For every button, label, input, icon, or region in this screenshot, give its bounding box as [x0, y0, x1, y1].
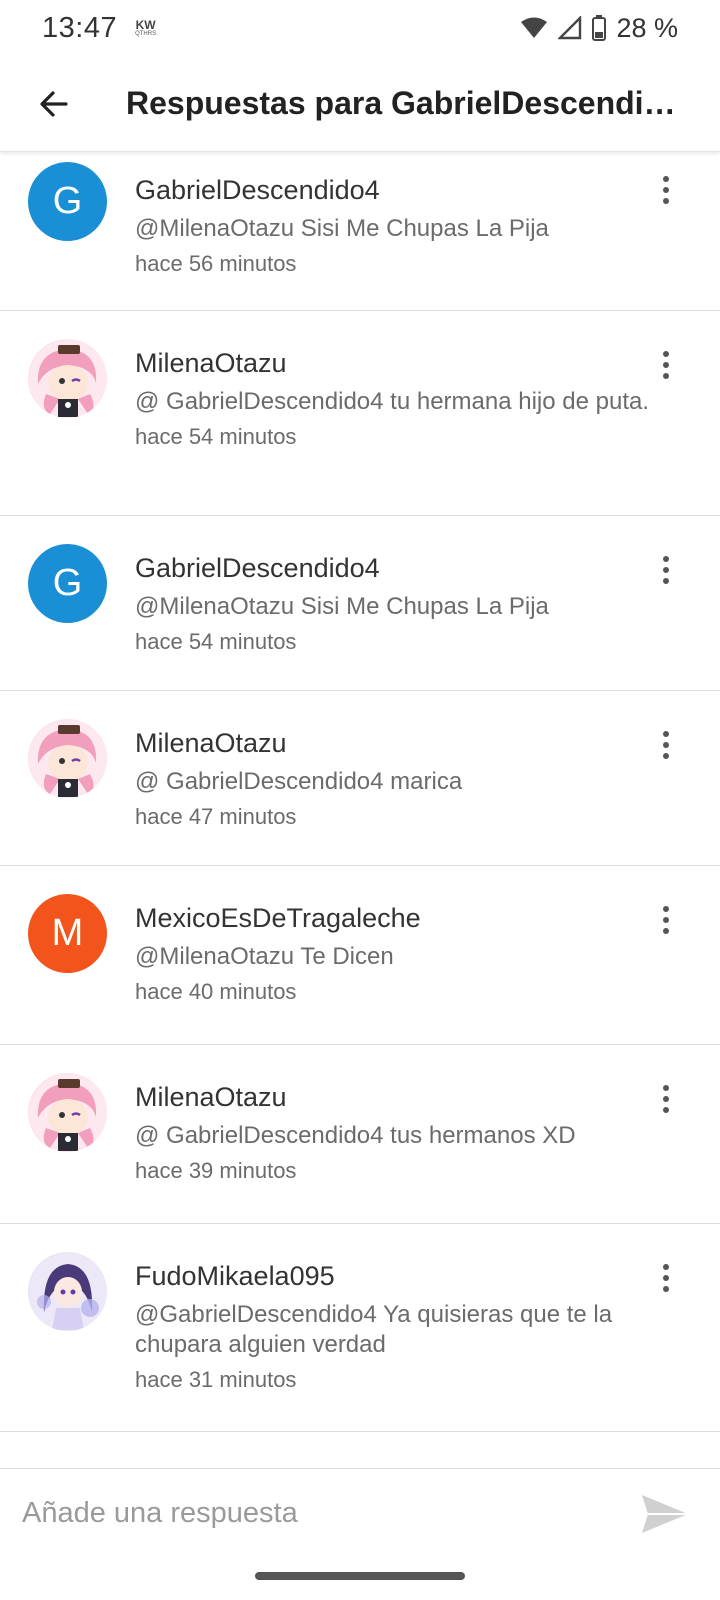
- more-options-button[interactable]: [652, 900, 680, 940]
- more-dot-icon: [663, 578, 669, 584]
- anime-girl-avatar-icon: [29, 340, 107, 418]
- more-options-button[interactable]: [652, 550, 680, 590]
- more-dot-icon: [663, 1107, 669, 1113]
- reply-author[interactable]: MilenaOtazu: [135, 727, 650, 759]
- reply-item: MilenaOtazu @ GabrielDescendido4 tu herm…: [0, 311, 720, 516]
- more-dot-icon: [663, 556, 669, 562]
- reply-author[interactable]: GabrielDescendido4: [135, 552, 650, 584]
- reply-list: G GabrielDescendido4 @MilenaOtazu Sisi M…: [0, 152, 720, 1432]
- reply-time: hace 54 minutos: [135, 424, 297, 449]
- reply-item: M MexicoEsDeTragaleche @MilenaOtazu Te D…: [0, 866, 720, 1045]
- reply-body: FudoMikaela095 @GabrielDescendido4 Ya qu…: [135, 1260, 650, 1394]
- signal-icon: [558, 16, 582, 40]
- carrier-badge-text: KW: [135, 18, 156, 32]
- reply-composer: [0, 1468, 720, 1558]
- reply-text: @MilenaOtazu Sisi Me Chupas La Pija: [135, 593, 549, 620]
- reply-item: G GabrielDescendido4 @MilenaOtazu Sisi M…: [0, 152, 720, 311]
- status-bar: 13:47 KW QTHRS 28 %: [0, 0, 720, 56]
- reply-body: MilenaOtazu @ GabrielDescendido4 tu herm…: [135, 347, 650, 451]
- reply-author[interactable]: GabrielDescendido4: [135, 174, 650, 206]
- anime-girl-avatar-icon: [29, 720, 107, 798]
- reply-time: hace 40 minutos: [135, 979, 297, 1004]
- more-dot-icon: [663, 362, 669, 368]
- more-dot-icon: [663, 187, 669, 193]
- more-dot-icon: [663, 1085, 669, 1091]
- send-button[interactable]: [640, 1489, 690, 1539]
- reply-text: @ GabrielDescendido4 marica: [135, 768, 463, 795]
- more-dot-icon: [663, 198, 669, 204]
- arrow-left-icon: [40, 90, 68, 117]
- more-dot-icon: [663, 351, 669, 357]
- more-dot-icon: [663, 1096, 669, 1102]
- reply-body: GabrielDescendido4 @MilenaOtazu Sisi Me …: [135, 552, 650, 656]
- anime-girl-purple-avatar-icon: [29, 1253, 107, 1331]
- avatar-letter: G: [52, 562, 83, 604]
- reply-author[interactable]: MilenaOtazu: [135, 347, 650, 379]
- more-dot-icon: [663, 567, 669, 573]
- reply-text: @GabrielDescendido4 Ya quisieras que te …: [135, 1301, 613, 1358]
- more-options-button[interactable]: [652, 1258, 680, 1298]
- avatar[interactable]: G: [28, 544, 107, 623]
- reply-input[interactable]: [22, 1483, 612, 1544]
- reply-time: hace 39 minutos: [135, 1158, 297, 1183]
- battery-percentage: 28 %: [616, 12, 678, 43]
- reply-time: hace 31 minutos: [135, 1367, 297, 1392]
- reply-body: MilenaOtazu @ GabrielDescendido4 marica …: [135, 727, 650, 831]
- more-dot-icon: [663, 917, 669, 923]
- reply-item: MilenaOtazu @ GabrielDescendido4 marica …: [0, 691, 720, 866]
- more-options-button[interactable]: [652, 170, 680, 210]
- reply-text: @ GabrielDescendido4 tu hermana hijo de …: [135, 388, 650, 415]
- reply-text: @ GabrielDescendido4 tus hermanos XD: [135, 1122, 576, 1149]
- more-dot-icon: [663, 731, 669, 737]
- avatar-letter: M: [51, 912, 84, 954]
- reply-time: hace 56 minutos: [135, 251, 297, 276]
- reply-item: FudoMikaela095 @GabrielDescendido4 Ya qu…: [0, 1224, 720, 1432]
- send-icon: [642, 1495, 688, 1533]
- avatar[interactable]: M: [28, 894, 107, 973]
- reply-time: hace 47 minutos: [135, 804, 297, 829]
- page-title: Respuestas para GabrielDescendido4: [126, 85, 676, 121]
- avatar[interactable]: [28, 1252, 107, 1331]
- status-left: 13:47 KW QTHRS: [42, 12, 156, 45]
- more-dot-icon: [663, 742, 669, 748]
- back-button[interactable]: [30, 80, 78, 128]
- battery-icon: [592, 15, 607, 41]
- home-indicator[interactable]: [255, 1572, 465, 1580]
- more-dot-icon: [663, 906, 669, 912]
- more-dot-icon: [663, 373, 669, 379]
- reply-body: GabrielDescendido4 @MilenaOtazu Sisi Me …: [135, 174, 650, 278]
- reply-text: @MilenaOtazu Sisi Me Chupas La Pija: [135, 215, 549, 242]
- carrier-badge-icon: KW QTHRS: [135, 19, 156, 37]
- avatar[interactable]: G: [28, 162, 107, 241]
- more-dot-icon: [663, 928, 669, 934]
- anime-girl-avatar-icon: [29, 1074, 107, 1152]
- avatar-letter: G: [52, 180, 83, 222]
- more-dot-icon: [663, 1275, 669, 1281]
- reply-time: hace 54 minutos: [135, 629, 297, 654]
- more-dot-icon: [663, 1264, 669, 1270]
- status-right: 28 %: [520, 13, 678, 44]
- reply-body: MexicoEsDeTragaleche @MilenaOtazu Te Dic…: [135, 902, 650, 1006]
- wifi-icon: [521, 17, 548, 38]
- reply-text: @MilenaOtazu Te Dicen: [135, 943, 394, 970]
- reply-author[interactable]: MexicoEsDeTragaleche: [135, 902, 650, 934]
- more-options-button[interactable]: [652, 1079, 680, 1119]
- reply-author[interactable]: FudoMikaela095: [135, 1260, 650, 1292]
- reply-item: G GabrielDescendido4 @MilenaOtazu Sisi M…: [0, 516, 720, 691]
- more-dot-icon: [663, 1286, 669, 1292]
- carrier-badge-subtext: QTHRS: [135, 31, 157, 37]
- more-dot-icon: [663, 176, 669, 182]
- reply-author[interactable]: MilenaOtazu: [135, 1081, 650, 1113]
- avatar[interactable]: [28, 339, 107, 418]
- reply-body: MilenaOtazu @ GabrielDescendido4 tus her…: [135, 1081, 650, 1185]
- status-time: 13:47: [42, 11, 118, 44]
- avatar[interactable]: [28, 719, 107, 798]
- more-options-button[interactable]: [652, 345, 680, 385]
- more-options-button[interactable]: [652, 725, 680, 765]
- reply-item: MilenaOtazu @ GabrielDescendido4 tus her…: [0, 1045, 720, 1224]
- avatar[interactable]: [28, 1073, 107, 1152]
- app-bar: Respuestas para GabrielDescendido4: [0, 56, 720, 152]
- more-dot-icon: [663, 753, 669, 759]
